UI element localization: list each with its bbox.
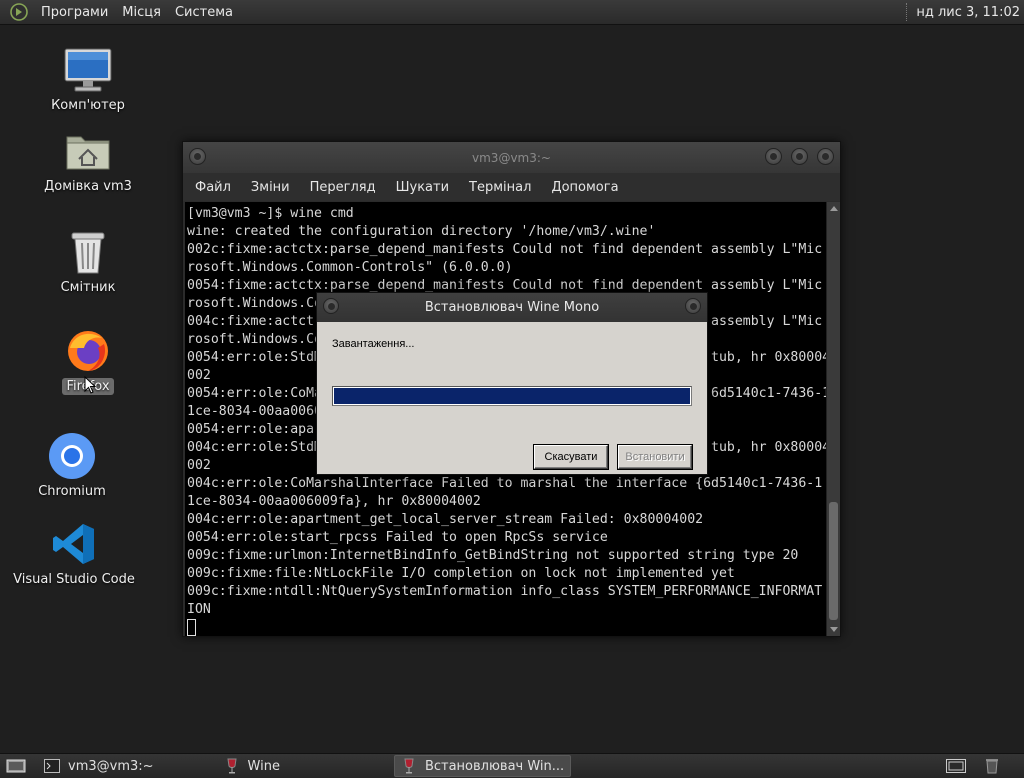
install-button[interactable]: Встановити [618,445,692,469]
vscode-icon [48,518,100,570]
dialog-title: Встановлювач Wine Mono [424,300,600,315]
mate-logo-icon[interactable] [9,2,29,22]
top-panel: Програми Місця Система нд лис 3, 11:02 [0,0,1024,25]
mouse-cursor-icon [84,376,96,394]
desktop-icon-label: Visual Studio Code [13,572,135,587]
terminal-line: wine: created the configuration director… [187,224,656,239]
taskbar-item-label: Встановлювач Win... [424,758,565,774]
taskbar-item-terminal[interactable]: vm3@vm3:~ [38,755,160,777]
maximize-button[interactable] [791,148,808,165]
menu-help[interactable]: Допомога [541,180,628,195]
desktop-icon-vscode[interactable]: Visual Studio Code [13,518,135,587]
panel-separator [906,3,908,21]
desktop-icon-chromium[interactable]: Chromium [12,430,132,499]
desktop-icon-label: Комп'ютер [51,98,125,113]
terminal-cursor-line [187,619,826,636]
terminal-line: 009c:fixme:urlmon:InternetBindInfo_GetBi… [187,548,799,563]
chromium-icon [46,430,98,482]
terminal-line: [vm3@vm3 ~]$ wine cmd [187,206,354,221]
clock[interactable]: нд лис 3, 11:02 [916,5,1024,20]
scroll-down-icon[interactable] [830,627,838,632]
taskbar-item-label: vm3@vm3:~ [68,758,154,774]
taskbar-item-wine[interactable]: Wine [218,755,286,777]
menu-terminal[interactable]: Термінал [459,180,541,195]
cancel-button[interactable]: Скасувати [534,445,608,469]
desktop-icon-computer[interactable]: Комп'ютер [28,44,148,113]
terminal-scrollbar[interactable] [826,202,840,636]
window-menu-button[interactable] [189,148,206,165]
terminal-menubar: Файл Зміни Перегляд Шукати Термінал Допо… [183,173,840,201]
show-desktop-button[interactable] [0,755,30,777]
trash-applet-icon[interactable] [980,757,1004,775]
dialog-titlebar[interactable]: Встановлювач Wine Mono [317,293,707,322]
terminal-line: 0054:err:ole:start_rpcss Failed to open … [187,530,608,545]
terminal-line: 002c:fixme:actctx:parse_depend_manifests… [187,242,823,257]
bottom-panel: vm3@vm3:~ Wine Встановлювач Win... [0,753,1024,778]
minimize-button[interactable] [765,148,782,165]
terminal-line: rosoft.Windows.Common-Controls" (6.0.0.0… [187,260,513,275]
trash-icon [62,226,114,278]
terminal-line: 009c:fixme:file:NtLockFile I/O completio… [187,566,735,581]
desktop-icon-trash[interactable]: Смітник [28,226,148,295]
taskbar-item-wine-mono-installer[interactable]: Встановлювач Win... [393,755,572,777]
menu-edit[interactable]: Зміни [241,180,300,195]
terminal-line: 004c:err:ole:CoMarshalInterface Failed t… [187,476,823,491]
workspace-switcher-icon[interactable] [944,757,968,775]
menu-search[interactable]: Шукати [386,180,459,195]
firefox-icon [62,324,114,376]
taskbar-item-label: Wine [247,758,280,774]
close-button[interactable] [685,298,701,314]
wine-icon [224,758,240,774]
download-progress-bar [332,386,692,406]
menu-view[interactable]: Перегляд [300,180,386,195]
download-status: Завантаження... [332,338,415,350]
desktop-icon-label: Смітник [60,280,116,295]
terminal-line: 004c:err:ole:apartment_get_local_server_… [187,512,704,527]
wine-mono-installer-dialog[interactable]: Встановлювач Wine Mono Завантаження... С… [316,292,708,475]
menu-file[interactable]: Файл [185,180,241,195]
terminal-line: 009c:fixme:ntdll:NtQuerySystemInformatio… [187,584,823,599]
terminal-titlebar[interactable]: vm3@vm3:~ [183,142,840,173]
terminal-title: vm3@vm3:~ [472,150,551,165]
terminal-cursor [187,619,196,636]
menu-applications[interactable]: Програми [34,0,115,25]
progress-fill [334,388,690,404]
scrollbar-thumb[interactable] [829,502,838,620]
desktop-icon-home[interactable]: Домівка vm3 [28,125,148,194]
terminal-icon [44,758,60,774]
window-menu-button[interactable] [323,298,339,314]
terminal-line: ION [187,602,211,617]
scroll-up-icon[interactable] [830,206,838,211]
show-desktop-icon [6,759,26,773]
wine-icon [401,758,417,774]
menu-places[interactable]: Місця [115,0,168,25]
computer-icon [62,44,114,96]
terminal-line: 1ce-8034-00aa006009fa}, hr 0x80004002 [187,494,481,509]
close-button[interactable] [817,148,834,165]
home-folder-icon [62,125,114,177]
desktop-icon-label: Chromium [38,484,106,499]
desktop-icon-label: Домівка vm3 [44,179,132,194]
menu-system[interactable]: Система [168,0,240,25]
